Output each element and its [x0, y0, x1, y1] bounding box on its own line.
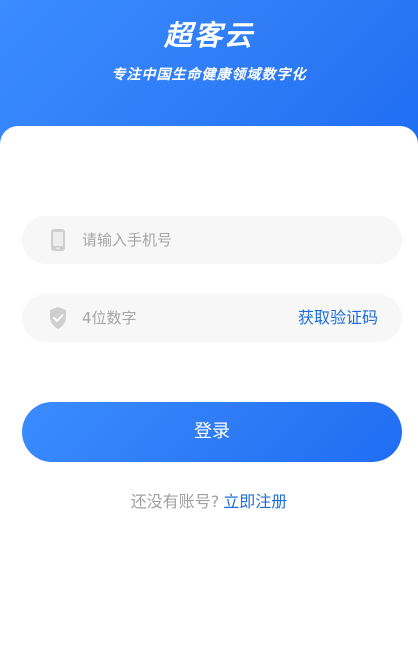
- phone-input[interactable]: [82, 216, 282, 264]
- code-field[interactable]: 获取验证码: [22, 294, 402, 342]
- register-link[interactable]: 立即注册: [223, 492, 287, 511]
- login-card: [0, 126, 418, 658]
- register-prompt: 还没有账号?: [130, 492, 220, 511]
- shield-check-icon: [48, 306, 68, 330]
- code-input[interactable]: [82, 294, 282, 342]
- app-title: 超客云: [163, 19, 254, 52]
- app-subtitle: 专注中国生命健康领域数字化: [111, 67, 307, 83]
- phone-field[interactable]: [22, 216, 402, 264]
- login-button[interactable]: 登录: [22, 402, 402, 462]
- phone-icon: [48, 228, 68, 252]
- get-code-button[interactable]: 获取验证码: [298, 294, 378, 342]
- register-row: 还没有账号? 立即注册: [0, 488, 418, 512]
